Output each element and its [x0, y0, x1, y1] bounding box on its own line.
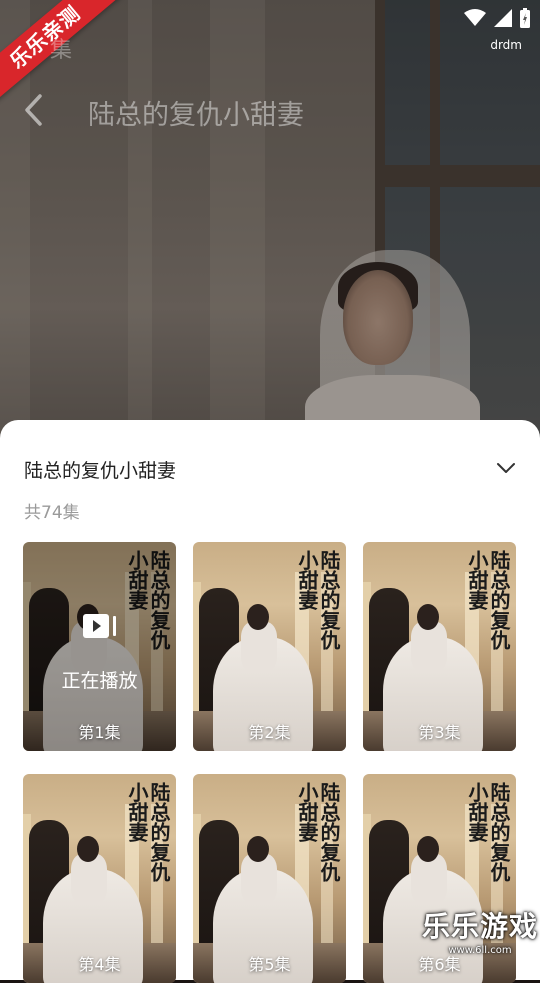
episode-label: 第2集 [248, 723, 291, 742]
cover-title: 陆总的复仇小甜妻 [465, 550, 511, 650]
battery-icon [520, 8, 530, 28]
now-playing-label: 正在播放 [61, 670, 138, 692]
watermark-url: www.6ll.com [448, 945, 512, 956]
episode-card[interactable]: 陆总的复仇小甜妻 第4集 [23, 774, 176, 983]
video-dim-overlay [0, 0, 540, 440]
wifi-icon [464, 9, 486, 26]
video-title: 陆总的复仇小甜妻 [88, 100, 304, 131]
episode-count: 共74集 [24, 503, 80, 523]
cover-title: 陆总的复仇小甜妻 [125, 782, 171, 882]
episode-label: 第4集 [78, 955, 121, 974]
episode-sheet: 陆总的复仇小甜妻 共74集 陆总的复仇小甜妻 正在播放 第1集 陆总的复仇小甜妻… [0, 420, 540, 983]
status-carrier-label: drdm [490, 38, 522, 52]
episode-card[interactable]: 陆总的复仇小甜妻 第2集 [193, 542, 346, 751]
chevron-down-icon[interactable] [494, 456, 518, 480]
episode-label: 第3集 [418, 723, 461, 742]
status-icons [464, 8, 530, 28]
watermark-brand: 乐乐游戏 [421, 910, 538, 943]
signal-icon [494, 9, 512, 27]
video-player[interactable] [0, 0, 540, 440]
episode-card[interactable]: 陆总的复仇小甜妻 正在播放 第1集 [23, 542, 176, 751]
episode-card[interactable]: 陆总的复仇小甜妻 第3集 [363, 542, 516, 751]
cover-title: 陆总的复仇小甜妻 [295, 550, 341, 650]
episode-label: 第1集 [78, 723, 121, 742]
cover-title: 陆总的复仇小甜妻 [465, 782, 511, 882]
episode-label: 第5集 [248, 955, 291, 974]
cover-title: 陆总的复仇小甜妻 [295, 782, 341, 882]
back-icon[interactable] [20, 92, 52, 128]
sheet-title: 陆总的复仇小甜妻 [24, 460, 177, 482]
play-icon [83, 614, 116, 638]
site-watermark: 乐乐游戏 www.6ll.com [422, 905, 538, 956]
episode-card[interactable]: 陆总的复仇小甜妻 第5集 [193, 774, 346, 983]
episode-label: 集 [50, 38, 73, 63]
